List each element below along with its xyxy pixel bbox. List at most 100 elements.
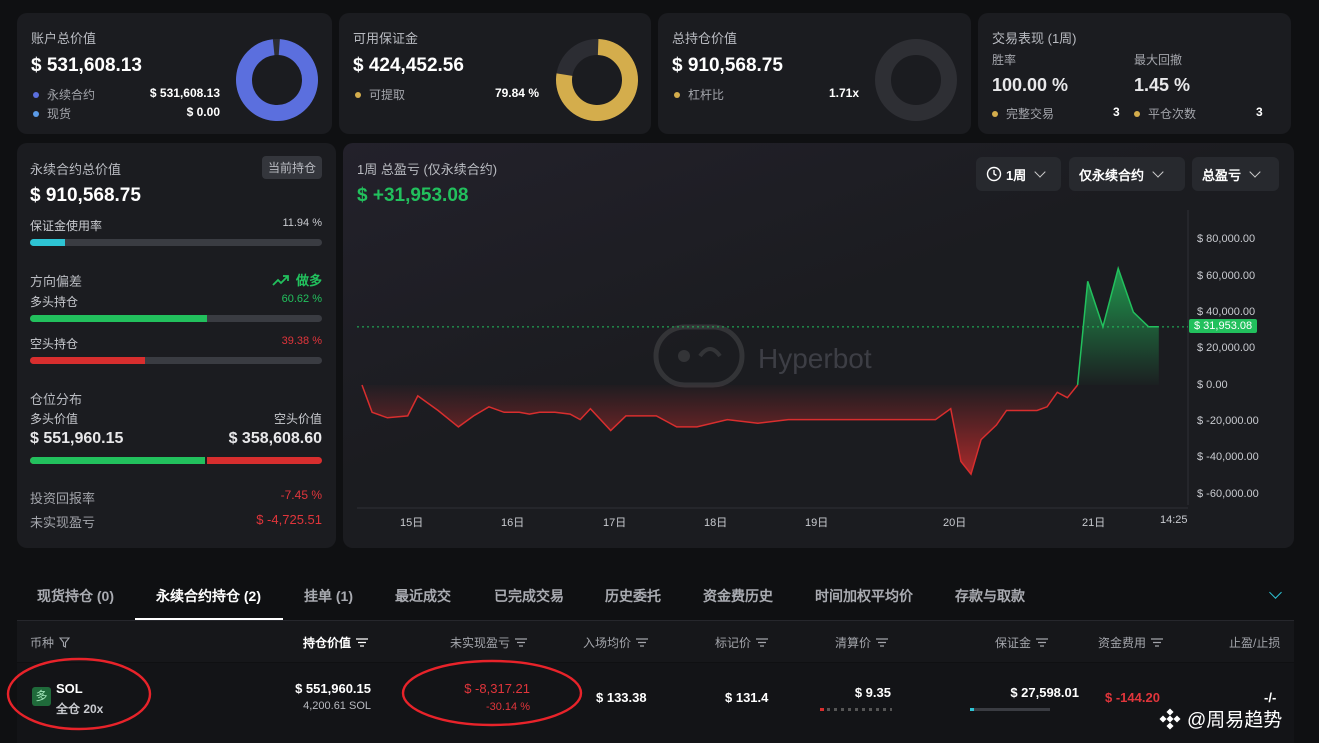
upnl-label: 未实现盈亏 — [30, 515, 96, 530]
current-value-tag: $ 31,953.08 — [1189, 318, 1258, 333]
y-tick: $ -60,000.00 — [1197, 488, 1259, 500]
win-rate-value: 100.00 % — [992, 75, 1069, 95]
x-tick: 15日 — [400, 517, 424, 529]
header-upnl[interactable]: 未实现盈亏 — [450, 634, 528, 651]
sort-icon — [876, 638, 889, 647]
metric-dropdown[interactable]: 总盈亏 — [1192, 157, 1279, 191]
margin-usage-bar — [30, 239, 322, 246]
y-tick: $ 40,000.00 — [1197, 306, 1256, 318]
sort-icon — [1151, 638, 1164, 647]
long-total: $ 551,960.15 — [30, 430, 124, 447]
dot-icon — [33, 91, 39, 98]
header-margin[interactable]: 保证金 — [995, 634, 1049, 651]
chevron-down-icon — [1152, 166, 1164, 178]
position-value: $ 551,960.15 — [295, 681, 371, 696]
position-size: 4,200.61 SOL — [303, 700, 371, 712]
dot-icon — [33, 110, 39, 117]
position-donut-chart — [875, 39, 957, 121]
spot-row: 现货 — [33, 105, 71, 122]
sort-icon — [515, 638, 528, 647]
header-tpsl[interactable]: 止盈/止损 — [1229, 634, 1280, 651]
card-title: 总持仓价值 — [672, 31, 738, 46]
header-label: 清算价 — [835, 636, 872, 650]
tab-perp[interactable]: 永续合约持仓 (2) — [156, 586, 261, 606]
tpsl-value[interactable]: -/- — [1264, 690, 1276, 705]
x-tick: 21日 — [1082, 517, 1106, 529]
margin-amount: $ 27,598.01 — [1010, 685, 1079, 700]
table-row[interactable] — [17, 663, 1294, 743]
y-tick: $ 20,000.00 — [1197, 342, 1256, 354]
header-label: 资金费用 — [1098, 636, 1147, 650]
collapse-chevron-icon[interactable] — [1269, 586, 1282, 599]
perp-summary-card: 永续合约总价值 当前持仓 $ 910,568.75 保证金使用率 11.94 %… — [17, 143, 336, 548]
trading-performance-card: 交易表现 (1周) 胜率 100.00 % 最大回撤 1.45 % 完整交易 3… — [978, 13, 1291, 134]
header-entry[interactable]: 入场均价 — [583, 634, 649, 651]
header-liq[interactable]: 清算价 — [835, 634, 889, 651]
header-label: 未实现盈亏 — [450, 636, 511, 650]
card-title: 账户总价值 — [31, 31, 97, 46]
tab-completed[interactable]: 已完成交易 — [494, 586, 564, 606]
header-label: 持仓价值 — [303, 636, 352, 650]
short-value-label: 空头价值 — [273, 412, 322, 426]
chart-pnl-value: $ +31,953.08 — [357, 185, 469, 206]
trades-value: 3 — [1113, 105, 1120, 119]
perp-value: $ 910,568.75 — [30, 185, 141, 206]
current-position-badge[interactable]: 当前持仓 — [261, 156, 322, 179]
win-rate-label: 胜率 — [992, 53, 1017, 67]
dot-icon — [1134, 110, 1140, 117]
perp-title: 永续合约总价值 — [30, 162, 122, 177]
tab-spot[interactable]: 现货持仓 (0) — [37, 586, 114, 606]
withdrawable-row: 可提取 — [355, 86, 405, 103]
header-value[interactable]: 持仓价值 — [303, 634, 369, 651]
y-tick: $ -40,000.00 — [1197, 451, 1259, 463]
tab-orders[interactable]: 挂单 (1) — [304, 586, 353, 606]
row-label: 杠杆比 — [688, 88, 725, 102]
tab-recent-fills[interactable]: 最近成交 — [395, 586, 451, 606]
header-label: 入场均价 — [583, 636, 632, 650]
metric-label: 总盈亏 — [1202, 167, 1242, 183]
y-tick: $ -20,000.00 — [1197, 415, 1259, 427]
account-donut-chart — [236, 39, 318, 121]
direction-bias: 做多 — [272, 270, 322, 289]
header-mark[interactable]: 标记价 — [715, 634, 769, 651]
trades-row: 完整交易 — [992, 105, 1054, 122]
long-value: 60.62 % — [281, 293, 322, 305]
row-label: 永续合约 — [47, 88, 96, 102]
tab-twap[interactable]: 时间加权平均价 — [815, 586, 913, 606]
short-label: 空头持仓 — [30, 337, 79, 351]
long-side-badge: 多 — [32, 687, 51, 706]
card-title: 交易表现 (1周) — [992, 31, 1077, 46]
tab-order-history[interactable]: 历史委托 — [605, 586, 661, 606]
header-coin[interactable]: 币种 — [30, 634, 71, 651]
row-label: 完整交易 — [1006, 107, 1055, 121]
close-value: 3 — [1256, 105, 1263, 119]
header-label: 标记价 — [715, 636, 752, 650]
chevron-down-icon — [1034, 166, 1046, 178]
dot-icon — [355, 91, 361, 98]
margin-bar — [970, 708, 1050, 711]
x-tick: 20日 — [943, 517, 967, 529]
filter-icon — [59, 637, 71, 648]
upnl-amount: $ -8,317.21 — [464, 681, 530, 696]
short-value: 39.38 % — [281, 335, 322, 347]
current-value-text: $ 31,953.08 — [1194, 319, 1253, 332]
sort-icon — [356, 638, 369, 647]
y-tick: $ 60,000.00 — [1197, 270, 1256, 282]
header-label: 保证金 — [995, 636, 1032, 650]
mark-price: $ 131.4 — [725, 690, 769, 705]
scope-dropdown[interactable]: 仅永续合约 — [1069, 157, 1185, 191]
total-position-card: 总持仓价值 $ 910,568.75 杠杆比 1.71x — [658, 13, 971, 134]
available-margin-card: 可用保证金 $ 424,452.56 可提取 79.84 % — [339, 13, 651, 134]
y-tick: $ 0.00 — [1197, 379, 1228, 391]
dot-icon — [674, 91, 680, 98]
tab-deposits[interactable]: 存款与取款 — [955, 586, 1025, 606]
period-dropdown[interactable]: 1周 — [976, 157, 1061, 191]
coin-symbol[interactable]: SOL — [56, 681, 83, 696]
tab-funding-history[interactable]: 资金费历史 — [703, 586, 773, 606]
long-bar — [30, 315, 322, 322]
short-total: $ 358,608.60 — [228, 430, 322, 447]
position-value: $ 910,568.75 — [672, 55, 783, 76]
header-funding[interactable]: 资金费用 — [1098, 634, 1164, 651]
upnl-percent: -30.14 % — [485, 701, 530, 713]
roi-label: 投资回报率 — [30, 491, 96, 506]
